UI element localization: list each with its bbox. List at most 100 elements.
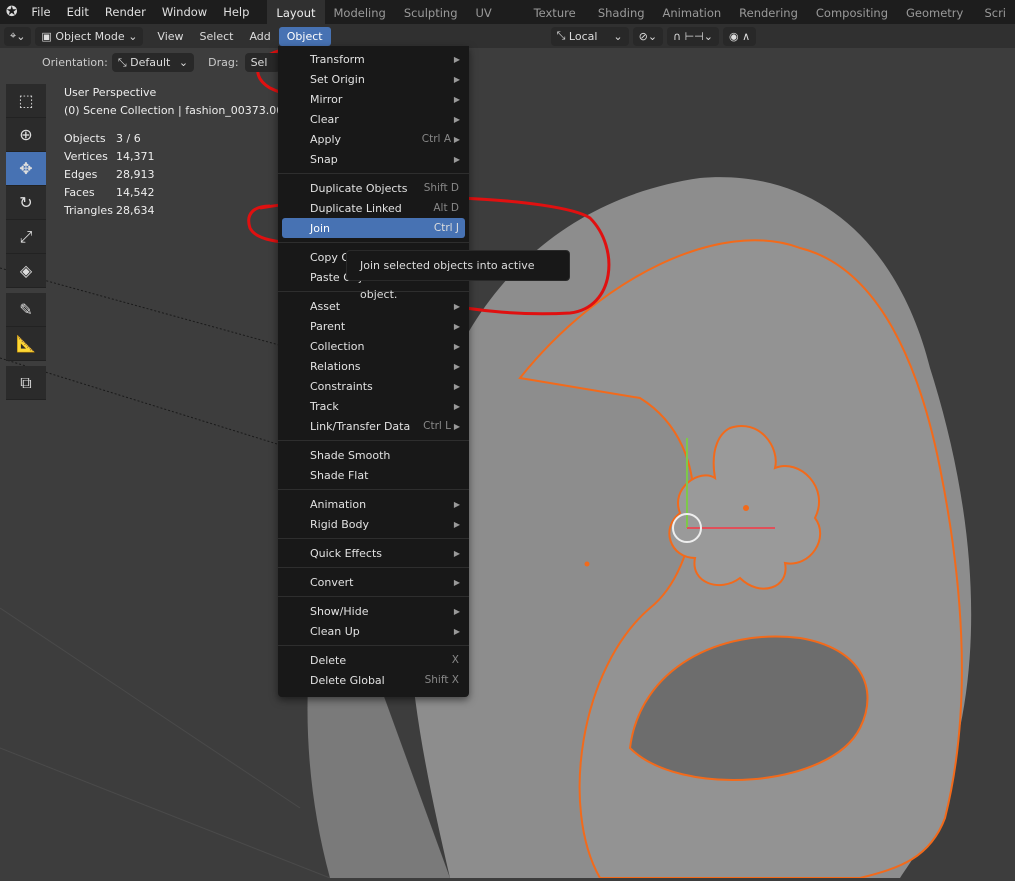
menu-separator [278, 173, 469, 174]
menu-item-shade-smooth[interactable]: Shade Smooth [282, 445, 465, 465]
tool-add-cube[interactable]: ⧉ [6, 366, 46, 400]
orientation-dropdown[interactable]: ⤡ Default ⌄ [111, 53, 195, 72]
menu-item-label: Relations [310, 359, 361, 373]
menu-item-apply[interactable]: Apply Ctrl A ▶ [282, 129, 465, 149]
menu-item-duplicate-objects[interactable]: Duplicate Objects Shift D [282, 178, 465, 198]
menu-item-label: Track [310, 399, 339, 413]
menu-item-transform[interactable]: Transform ▶ [282, 49, 465, 69]
menu-edit[interactable]: Edit [59, 5, 97, 19]
menu-item-shortcut: Ctrl L [423, 420, 451, 432]
join-tooltip: Join selected objects into active object… [346, 250, 570, 301]
menu-item-set-origin[interactable]: Set Origin ▶ [282, 69, 465, 89]
menu-item-label: Rigid Body [310, 517, 369, 531]
object-origin [743, 505, 749, 511]
menu-item-quick-effects[interactable]: Quick Effects ▶ [282, 543, 465, 563]
tool-transform[interactable]: ◈ [6, 254, 46, 288]
menu-item-constraints[interactable]: Constraints ▶ [282, 376, 465, 396]
tool-select-box[interactable]: ⬚ [6, 84, 46, 118]
menu-window[interactable]: Window [154, 5, 215, 19]
menu-item-convert[interactable]: Convert ▶ [282, 572, 465, 592]
tab-compositing[interactable]: Compositing [807, 0, 897, 24]
submenu-arrow-icon: ▶ [453, 361, 460, 371]
tool-settings: Orientation: ⤡ Default ⌄ Drag: Sel [0, 50, 280, 75]
menu-render[interactable]: Render [97, 5, 154, 19]
tool-annotate[interactable]: ✎ [6, 293, 46, 327]
tab-scri[interactable]: Scri [975, 0, 1015, 24]
tool-scale[interactable]: ⤢ [6, 220, 46, 254]
proportional-edit-toggle[interactable]: ◉ ∧ [722, 26, 757, 46]
menu-item-join[interactable]: Join Ctrl J [282, 218, 465, 238]
menu-item-relations[interactable]: Relations ▶ [282, 356, 465, 376]
menu-separator [278, 538, 469, 539]
submenu-arrow-icon: ▶ [453, 321, 460, 331]
snap-toggle[interactable]: ∩ ⊢⊣ ⌄ [667, 26, 719, 46]
menu-item-duplicate-linked[interactable]: Duplicate Linked Alt D [282, 198, 465, 218]
pivot-dropdown[interactable]: ⊘ ⌄ [632, 26, 664, 46]
tool-cursor[interactable]: ⊕ [6, 118, 46, 152]
proportional-icon: ◉ [728, 29, 739, 43]
menu-item-track[interactable]: Track ▶ [282, 396, 465, 416]
header-menu-select[interactable]: Select [192, 27, 242, 46]
menu-item-mirror[interactable]: Mirror ▶ [282, 89, 465, 109]
menu-item-clear[interactable]: Clear ▶ [282, 109, 465, 129]
menu-item-clean-up[interactable]: Clean Up ▶ [282, 621, 465, 641]
tab-layout[interactable]: Layout [267, 0, 325, 24]
tab-animation[interactable]: Animation [654, 0, 731, 24]
transform-orientation-dropdown[interactable]: ⤡ Local ⌄ [550, 26, 629, 46]
submenu-arrow-icon: ▶ [453, 341, 460, 351]
tool-measure[interactable]: 📐 [6, 327, 46, 361]
blender-logo-icon[interactable]: ✪ [0, 4, 23, 20]
editor-type-dropdown[interactable]: ⌖ ⌄ [4, 26, 32, 46]
menu-item-label: Asset [310, 299, 341, 313]
stat-value: 3 / 6 [116, 132, 141, 145]
menu-item-label: Show/Hide [310, 604, 369, 618]
header-menu-view[interactable]: View [149, 27, 191, 46]
tab-rendering[interactable]: Rendering [730, 0, 807, 24]
menu-help[interactable]: Help [215, 5, 257, 19]
header-menu-add[interactable]: Add [241, 27, 278, 46]
stat-label: Triangles [64, 204, 113, 217]
snap-increment-icon: ⊢⊣ [684, 29, 704, 43]
menu-item-delete[interactable]: Delete X [282, 650, 465, 670]
tab-sculpting[interactable]: Sculpting [395, 0, 467, 24]
stat-label: Vertices [64, 150, 108, 163]
submenu-arrow-icon: ▶ [453, 577, 460, 587]
menu-item-snap[interactable]: Snap ▶ [282, 149, 465, 169]
tool-rotate[interactable]: ↻ [6, 186, 46, 220]
menu-item-show-hide[interactable]: Show/Hide ▶ [282, 601, 465, 621]
submenu-arrow-icon: ▶ [453, 626, 460, 636]
menu-item-link-transfer-data[interactable]: Link/Transfer Data Ctrl L ▶ [282, 416, 465, 436]
submenu-arrow-icon: ▶ [453, 154, 460, 164]
object-origin [584, 561, 590, 567]
stat-label: Faces [64, 186, 95, 199]
tool-move[interactable]: ✥ [6, 152, 46, 186]
tab-shading[interactable]: Shading [589, 0, 654, 24]
tab-modeling[interactable]: Modeling [325, 0, 395, 24]
menu-item-shade-flat[interactable]: Shade Flat [282, 465, 465, 485]
mode-dropdown[interactable]: ▣ Object Mode ⌄ [35, 26, 144, 46]
menu-item-label: Transform [310, 52, 365, 66]
menu-item-shortcut: X [451, 654, 459, 666]
scale-icon: ⤢ [19, 226, 33, 246]
menu-item-rigid-body[interactable]: Rigid Body ▶ [282, 514, 465, 534]
menu-item-label: Snap [310, 152, 338, 166]
tab-uv-editing[interactable]: UV Editing [467, 0, 525, 46]
menu-item-delete-global[interactable]: Delete Global Shift X [282, 670, 465, 690]
magnet-icon: ∩ [673, 29, 682, 43]
menu-file[interactable]: File [23, 5, 58, 19]
menu-item-shortcut: Ctrl J [433, 222, 459, 234]
stat-value: 28,913 [116, 168, 155, 181]
orientation-icon: ⤡ [556, 29, 566, 42]
view-name: User Perspective [64, 86, 157, 99]
menu-item-collection[interactable]: Collection ▶ [282, 336, 465, 356]
header-menu-object[interactable]: Object [278, 26, 331, 46]
menu-item-parent[interactable]: Parent ▶ [282, 316, 465, 336]
menu-item-animation[interactable]: Animation ▶ [282, 494, 465, 514]
submenu-arrow-icon: ▶ [453, 421, 460, 431]
drag-dropdown[interactable]: Sel [244, 53, 280, 72]
orientation-label: Orientation: [42, 56, 108, 69]
tab-texture-paint[interactable]: Texture Paint [525, 0, 589, 46]
stat-row: Edges 28,913 [64, 166, 290, 184]
tab-geometry-nodes[interactable]: Geometry Nodes [897, 0, 975, 46]
menu-item-label: Duplicate Linked [310, 201, 402, 215]
